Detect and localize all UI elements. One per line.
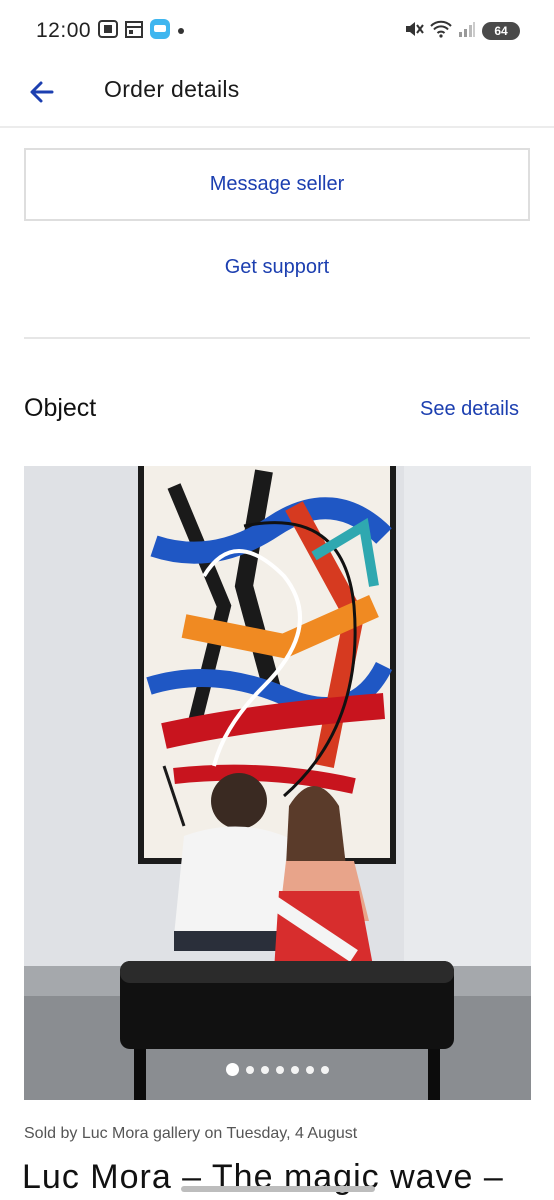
sold-by-text: Sold by Luc Mora gallery on Tuesday, 4 A… [24, 1125, 358, 1142]
cell-signal-icon [458, 20, 476, 43]
wifi-icon [430, 20, 452, 43]
calendar-icon [125, 20, 144, 43]
notification-dot-icon [177, 22, 185, 40]
status-time: 12:00 [36, 19, 92, 42]
carousel-dots [24, 1063, 531, 1076]
status-bar: 12:00 64 [0, 0, 554, 62]
carousel-dot[interactable] [306, 1065, 314, 1074]
status-left: 12:00 [36, 18, 185, 44]
chat-app-icon [150, 18, 171, 44]
status-right: 64 [404, 20, 520, 43]
app-bar: Order details [0, 62, 554, 128]
carousel-dot[interactable] [226, 1063, 239, 1076]
page-title: Order details [104, 76, 240, 102]
get-support-link[interactable]: Get support [0, 256, 554, 279]
carousel-dot[interactable] [321, 1065, 329, 1074]
arrow-left-icon [30, 81, 54, 103]
screenshot-icon [98, 19, 119, 43]
mute-vibrate-icon [404, 20, 424, 43]
section-divider [24, 337, 530, 339]
artwork-photo [24, 466, 531, 1100]
carousel-dot[interactable] [276, 1065, 284, 1074]
gesture-nav-handle[interactable] [181, 1186, 375, 1192]
battery-icon: 64 [482, 22, 520, 40]
carousel-dot[interactable] [246, 1065, 254, 1074]
see-details-link[interactable]: See details [420, 398, 519, 421]
object-section-title: Object [24, 394, 97, 422]
carousel-dot[interactable] [291, 1065, 299, 1074]
message-seller-button[interactable]: Message seller [24, 148, 530, 221]
carousel-dot[interactable] [261, 1065, 269, 1074]
back-button[interactable] [26, 76, 58, 108]
artwork-image-carousel[interactable] [24, 466, 531, 1100]
